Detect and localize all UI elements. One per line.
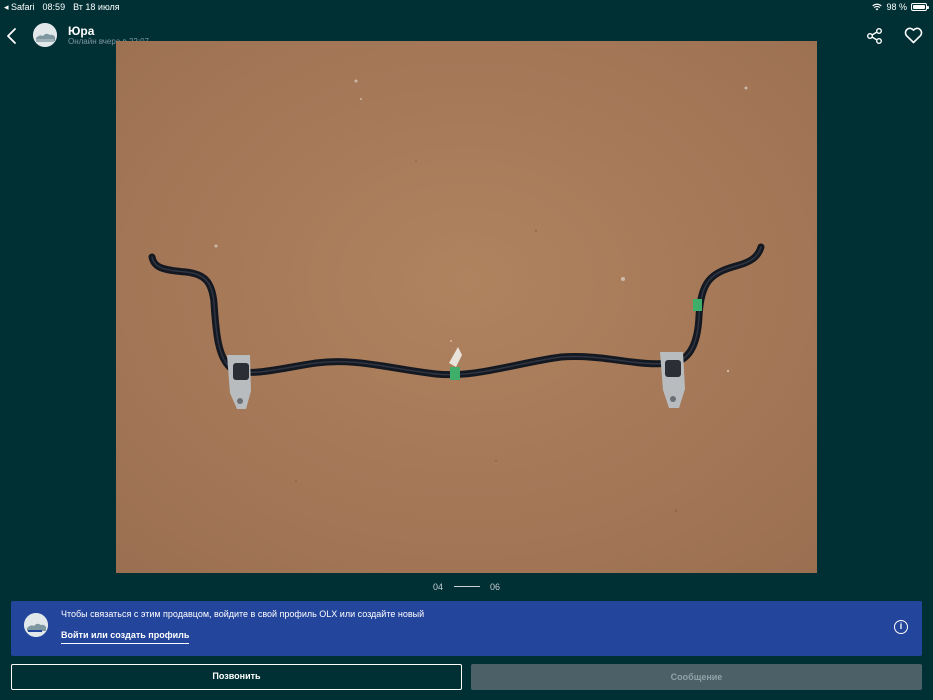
status-bar: ◂ Safari 08:59 Вт 18 июля 98 % (0, 0, 933, 14)
profile-placeholder-icon (24, 613, 48, 637)
status-left: ◂ Safari 08:59 Вт 18 июля (4, 2, 120, 13)
status-right: 98 % (872, 2, 929, 12)
gallery-pager: 04 06 (0, 581, 933, 592)
pager-current: 04 (432, 581, 443, 592)
message-button[interactable]: Сообщение (471, 664, 922, 690)
pager-separator (453, 586, 480, 588)
battery-icon (911, 3, 929, 11)
back-to-app-label[interactable]: ◂ Safari (4, 2, 35, 13)
avatar[interactable] (33, 23, 57, 47)
stabilizer-bar-image (116, 41, 817, 573)
banner-text: Чтобы связаться с этим продавцом, войдит… (61, 609, 425, 619)
heart-icon[interactable] (904, 27, 923, 44)
status-date: Вт 18 июля (73, 2, 120, 12)
product-photo[interactable] (116, 41, 817, 573)
wifi-icon (872, 3, 883, 11)
share-icon[interactable] (866, 27, 884, 45)
login-link[interactable]: Войти или создать профиль (61, 630, 190, 644)
battery-percent: 98 % (886, 2, 907, 12)
pager-total: 06 (490, 581, 501, 592)
login-banner: Чтобы связаться с этим продавцом, войдит… (11, 601, 922, 656)
info-icon[interactable]: i (894, 620, 908, 634)
avatar-placeholder-icon (33, 23, 57, 47)
call-button[interactable]: Позвонить (11, 664, 462, 690)
seller-name[interactable]: Юра (68, 24, 94, 38)
app-name: Safari (11, 2, 35, 12)
chevron-left-icon[interactable] (4, 26, 20, 46)
status-time: 08:59 (42, 2, 66, 12)
